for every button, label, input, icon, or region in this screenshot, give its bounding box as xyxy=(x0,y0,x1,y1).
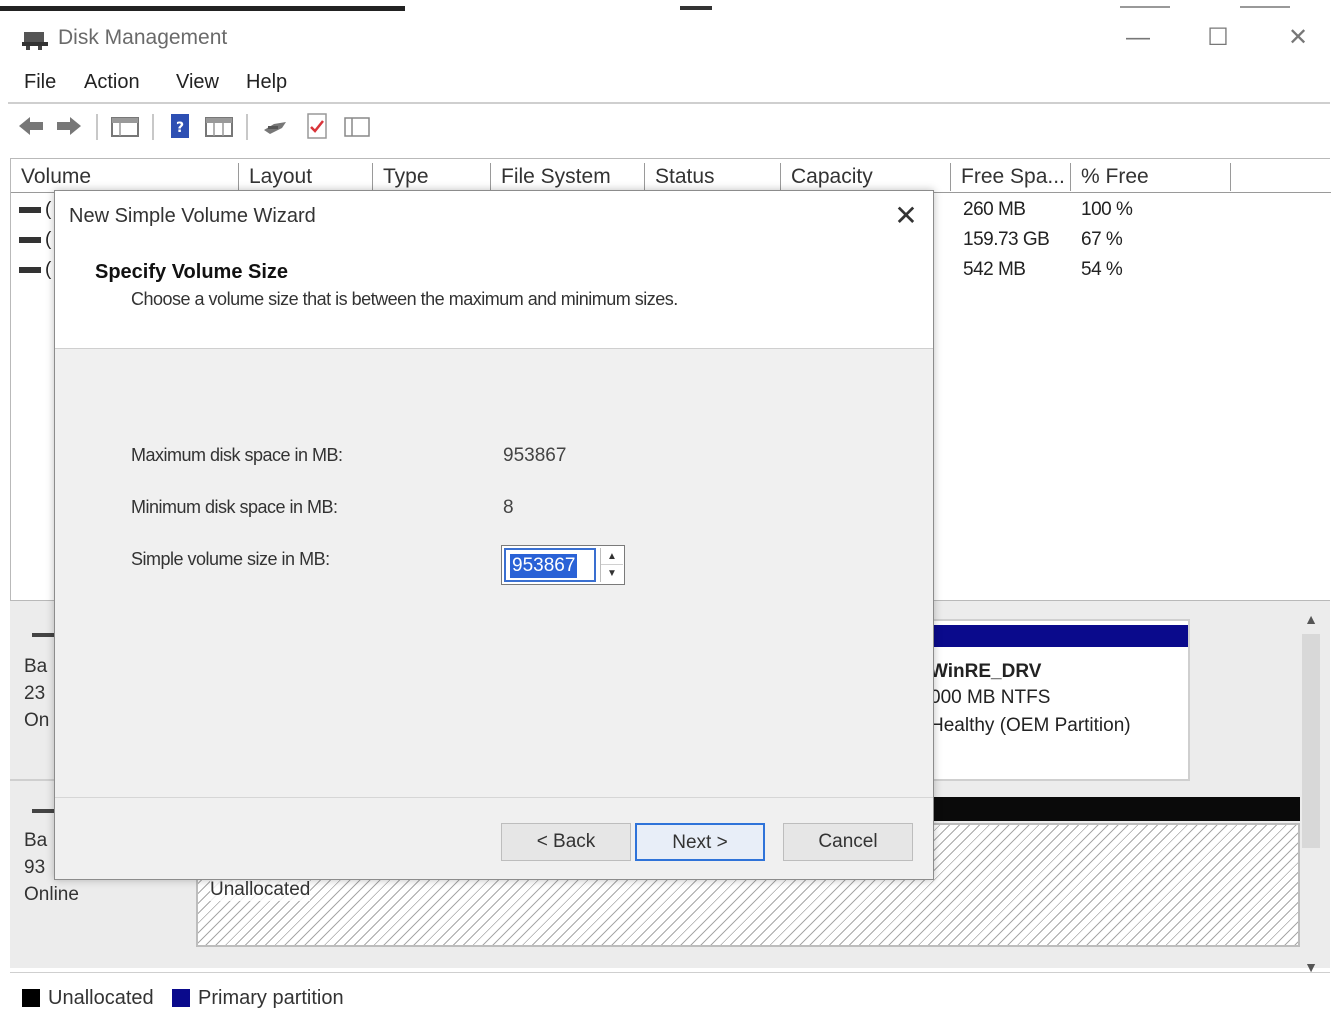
menu-bar: File Action View Help xyxy=(8,64,1330,104)
cell-free-space: 260 MB xyxy=(963,199,1026,220)
column-status[interactable]: Status xyxy=(645,163,781,191)
disk-1-status: Online xyxy=(24,884,79,905)
help-icon[interactable]: ? xyxy=(166,112,196,140)
volume-size-selected-text: 953867 xyxy=(510,554,578,578)
maximize-button[interactable]: ☐ xyxy=(1198,22,1238,54)
connect-icon[interactable] xyxy=(260,112,290,140)
toolbar-separator xyxy=(96,114,98,140)
max-space-label: Maximum disk space in MB: xyxy=(131,445,343,465)
title-bar: Disk Management — ☐ ✕ xyxy=(0,14,1331,60)
stepper-down-icon[interactable]: ▼ xyxy=(601,565,623,582)
properties-icon[interactable] xyxy=(204,112,234,140)
unallocated-swatch xyxy=(22,989,40,1007)
toolbar-separator xyxy=(152,114,154,140)
column-free-space[interactable]: Free Spa... xyxy=(951,163,1071,191)
volume-size-stepper[interactable]: 953867 ▲ ▼ xyxy=(501,545,625,585)
disk-0-type: Ba xyxy=(24,656,48,677)
cancel-button[interactable]: Cancel xyxy=(783,823,913,861)
disk-1-type: Ba xyxy=(24,830,48,851)
max-space-value: 953867 xyxy=(503,445,567,466)
legend: Unallocated Primary partition xyxy=(10,972,1330,1018)
drive-icon xyxy=(19,207,41,213)
svg-text:?: ? xyxy=(176,120,184,136)
top-strip xyxy=(0,0,1331,12)
primary-partition-swatch xyxy=(172,989,190,1007)
scroll-thumb[interactable] xyxy=(1302,634,1320,848)
back-arrow-icon[interactable] xyxy=(16,112,46,140)
volume-name: WinRE_DRV xyxy=(930,661,1042,682)
disk-icon xyxy=(32,809,54,813)
menu-action[interactable]: Action xyxy=(84,71,140,94)
min-space-value: 8 xyxy=(503,497,514,518)
cell-volume: ( xyxy=(45,199,51,220)
cell-percent-free: 67 % xyxy=(1081,229,1123,250)
cell-percent-free: 100 % xyxy=(1081,199,1133,220)
top-strip-segment xyxy=(0,6,405,11)
stepper-up-icon[interactable]: ▲ xyxy=(601,548,623,565)
next-button[interactable]: Next > xyxy=(635,823,765,861)
column-percent-free[interactable]: % Free xyxy=(1071,163,1231,191)
cell-volume: ( xyxy=(45,229,51,250)
min-space-label: Minimum disk space in MB: xyxy=(131,497,338,517)
wizard-footer-divider xyxy=(55,797,933,798)
unallocated-label: Unallocated xyxy=(210,879,311,901)
column-layout[interactable]: Layout xyxy=(239,163,373,191)
wizard-header: New Simple Volume Wizard ✕ Specify Volum… xyxy=(55,191,933,349)
disk-1-size: 93 xyxy=(24,857,46,878)
legend-primary-partition: Primary partition xyxy=(198,987,344,1009)
volume-size-label: Simple volume size in MB: xyxy=(131,549,330,569)
top-strip-segment xyxy=(1240,6,1290,8)
disk-0-size: 23 xyxy=(24,683,46,704)
console-tree-icon[interactable] xyxy=(110,112,140,140)
wizard-subheading: Choose a volume size that is between the… xyxy=(131,289,678,309)
cell-free-space: 159.73 GB xyxy=(963,229,1050,250)
menu-help[interactable]: Help xyxy=(246,71,287,94)
column-volume[interactable]: Volume xyxy=(11,163,239,191)
column-capacity[interactable]: Capacity xyxy=(781,163,951,191)
drive-icon xyxy=(19,267,41,273)
close-window-button[interactable]: ✕ xyxy=(1278,22,1318,54)
cell-volume: ( xyxy=(45,259,51,280)
stepper-buttons: ▲ ▼ xyxy=(600,548,623,582)
new-simple-volume-wizard: New Simple Volume Wizard ✕ Specify Volum… xyxy=(54,190,934,880)
scroll-up-icon[interactable]: ▲ xyxy=(1296,608,1326,630)
checklist-icon[interactable] xyxy=(302,112,332,140)
close-icon[interactable]: ✕ xyxy=(889,199,923,233)
volume-size-input[interactable]: 953867 xyxy=(504,548,596,582)
menu-file[interactable]: File xyxy=(24,71,56,94)
volume-list-header: Volume Layout Type File System Status Ca… xyxy=(11,159,1331,193)
top-strip-segment xyxy=(680,6,712,10)
back-button[interactable]: < Back xyxy=(501,823,631,861)
volume-status: Healthy (OEM Partition) xyxy=(930,715,1131,736)
column-type[interactable]: Type xyxy=(373,163,491,191)
volume-size: 000 MB NTFS xyxy=(930,687,1051,708)
column-file-system[interactable]: File System xyxy=(491,163,645,191)
disk-management-icon xyxy=(22,32,48,50)
toolbar-separator xyxy=(246,114,248,140)
panel-icon[interactable] xyxy=(342,112,372,140)
disk-0-status: On xyxy=(24,710,50,731)
legend-unallocated: Unallocated xyxy=(48,987,154,1009)
window-title: Disk Management xyxy=(58,26,228,49)
cell-percent-free: 54 % xyxy=(1081,259,1123,280)
primary-partition-header xyxy=(930,625,1188,647)
toolbar: ? xyxy=(8,106,1330,148)
top-strip-segment xyxy=(1120,6,1170,8)
wizard-heading: Specify Volume Size xyxy=(95,261,289,283)
forward-arrow-icon[interactable] xyxy=(54,112,84,140)
disk-icon xyxy=(32,633,54,637)
menu-view[interactable]: View xyxy=(176,71,219,94)
minimize-button[interactable]: — xyxy=(1118,22,1158,54)
oem-partition-block[interactable]: WinRE_DRV 000 MB NTFS Healthy (OEM Parti… xyxy=(928,619,1190,781)
drive-icon xyxy=(19,237,41,243)
wizard-title: New Simple Volume Wizard xyxy=(69,205,316,227)
graph-scrollbar[interactable]: ▲ ▼ xyxy=(1296,608,1326,975)
cell-free-space: 542 MB xyxy=(963,259,1026,280)
